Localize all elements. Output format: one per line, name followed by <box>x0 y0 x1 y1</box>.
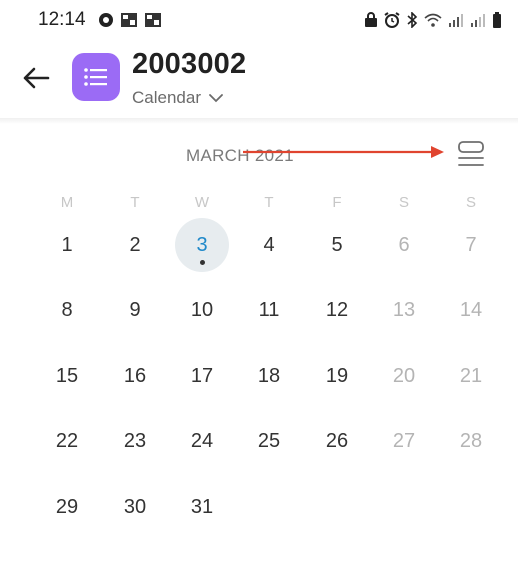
calendar-day[interactable]: 27 <box>377 414 431 468</box>
lock-icon <box>364 12 378 33</box>
day-number: 2 <box>129 234 141 256</box>
day-number: 21 <box>459 365 483 387</box>
day-number: 28 <box>459 430 483 452</box>
calendar-day[interactable]: 11 <box>242 283 296 337</box>
view-selector-label: Calendar <box>132 88 201 107</box>
day-number: 20 <box>392 365 416 387</box>
bluetooth-icon <box>406 11 418 33</box>
calendar-day[interactable]: 22 <box>40 414 94 468</box>
status-bar: 12:14 <box>0 0 518 40</box>
event-dot <box>200 260 205 265</box>
day-number: 4 <box>263 234 275 256</box>
day-number: 26 <box>325 430 349 452</box>
image-icon <box>120 12 138 33</box>
calendar-day[interactable]: 14 <box>444 283 498 337</box>
signal-icon <box>448 12 464 33</box>
day-number: 11 <box>258 299 280 321</box>
calendar-day[interactable]: 9 <box>108 283 162 337</box>
day-number: 17 <box>190 365 214 387</box>
day-number: 18 <box>257 365 281 387</box>
calendar-day[interactable]: 12 <box>310 283 364 337</box>
day-number: 5 <box>331 234 343 256</box>
status-time: 12:14 <box>38 9 86 30</box>
back-button[interactable] <box>16 58 56 98</box>
app-icon <box>72 53 120 101</box>
wifi-icon <box>424 12 442 33</box>
day-number: 12 <box>325 299 349 321</box>
notification-icon <box>98 12 114 33</box>
calendar-day[interactable]: 1 <box>40 218 94 272</box>
calendar-day[interactable]: 7 <box>444 218 498 272</box>
calendar-day[interactable]: 15 <box>40 349 94 403</box>
day-number: 29 <box>55 496 79 518</box>
day-number: 10 <box>190 299 214 321</box>
weekday-label: M <box>60 194 74 211</box>
battery-icon <box>492 12 502 33</box>
calendar-day[interactable]: 13 <box>377 283 431 337</box>
day-number: 22 <box>55 430 79 452</box>
calendar-day[interactable]: 10 <box>175 283 229 337</box>
calendar-day[interactable]: 2 <box>108 218 162 272</box>
calendar-day-today[interactable]: 3 <box>175 218 229 272</box>
day-number: 24 <box>190 430 214 452</box>
calendar-day[interactable]: 5 <box>310 218 364 272</box>
list-icon <box>84 68 107 86</box>
arrow-left-icon <box>23 67 50 89</box>
chevron-down-icon <box>209 94 223 103</box>
calendar-day[interactable]: 23 <box>108 414 162 468</box>
calendar-day[interactable]: 28 <box>444 414 498 468</box>
day-number: 13 <box>392 299 416 321</box>
calendar-day[interactable]: 17 <box>175 349 229 403</box>
day-number: 25 <box>257 430 281 452</box>
page-title: 2003002 <box>132 48 247 80</box>
day-number: 23 <box>123 430 147 452</box>
calendar-day[interactable]: 31 <box>175 480 229 534</box>
calendar-day[interactable]: 29 <box>40 480 94 534</box>
day-number: 3 <box>196 234 208 256</box>
day-number: 8 <box>61 299 73 321</box>
calendar-day[interactable]: 24 <box>175 414 229 468</box>
day-number: 16 <box>123 365 147 387</box>
calendar-day[interactable]: 30 <box>108 480 162 534</box>
header-divider <box>0 118 518 124</box>
app-bar: 2003002 Calendar <box>0 40 518 118</box>
day-number: 14 <box>459 299 483 321</box>
calendar-day[interactable]: 19 <box>310 349 364 403</box>
day-number: 6 <box>398 234 410 256</box>
calendar-day[interactable]: 4 <box>242 218 296 272</box>
day-number: 30 <box>123 496 147 518</box>
weekday-header-row: MTWTFSS <box>0 194 518 216</box>
agenda-view-icon <box>458 141 484 166</box>
alarm-icon <box>384 12 400 33</box>
weekday-label: T <box>264 194 274 211</box>
calendar-day[interactable]: 20 <box>377 349 431 403</box>
calendar-day[interactable]: 8 <box>40 283 94 337</box>
month-label: MARCH 2021 <box>186 146 294 165</box>
image-icon <box>144 12 162 33</box>
view-toggle-button[interactable] <box>454 140 488 170</box>
weekday-label: S <box>398 194 409 211</box>
weekday-label: W <box>194 194 210 211</box>
signal-icon <box>470 12 486 33</box>
calendar-day[interactable]: 25 <box>242 414 296 468</box>
weekday-label: S <box>465 194 476 211</box>
weekday-label: T <box>130 194 140 211</box>
weekday-label: F <box>332 194 342 211</box>
day-number: 7 <box>465 234 477 256</box>
day-number: 1 <box>61 234 73 256</box>
day-number: 15 <box>55 365 79 387</box>
day-number: 9 <box>129 299 141 321</box>
calendar-day[interactable]: 6 <box>377 218 431 272</box>
day-number: 31 <box>190 496 214 518</box>
day-number: 27 <box>392 430 416 452</box>
calendar-day[interactable]: 26 <box>310 414 364 468</box>
view-selector[interactable]: Calendar <box>132 88 223 108</box>
calendar-day[interactable]: 16 <box>108 349 162 403</box>
calendar-day[interactable]: 18 <box>242 349 296 403</box>
day-number: 19 <box>325 365 349 387</box>
calendar-day[interactable]: 21 <box>444 349 498 403</box>
